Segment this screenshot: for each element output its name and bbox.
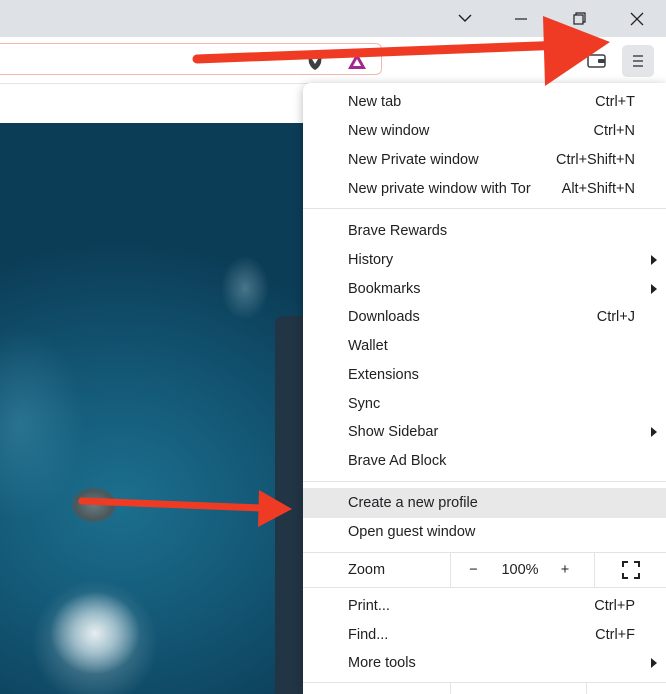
menu-item-shortcut: Ctrl+N [593, 123, 636, 139]
browser-toolbar [0, 37, 666, 83]
menu-item-label: New Private window [348, 152, 479, 168]
menu-item-extensions[interactable]: Extensions [303, 361, 666, 389]
menu-item-new-window[interactable]: New window Ctrl+N [303, 117, 666, 145]
zoom-in-label: + [560, 562, 570, 578]
main-menu-button[interactable] [622, 45, 654, 77]
wallet-button[interactable] [586, 51, 608, 71]
menu-item-bookmarks[interactable]: Bookmarks [303, 275, 666, 303]
menu-item-more-tools[interactable]: More tools [303, 649, 666, 677]
menu-item-wallet[interactable]: Wallet [303, 332, 666, 360]
menu-separator [303, 481, 666, 482]
menu-item-find[interactable]: Find... Ctrl+F [303, 621, 666, 649]
menu-item-shortcut: Ctrl+Shift+N [556, 152, 635, 168]
menu-item-label: Bookmarks [348, 281, 421, 297]
main-dropdown-menu: New tab Ctrl+T New window Ctrl+N New Pri… [303, 83, 666, 694]
menu-item-history[interactable]: History [303, 246, 666, 274]
menu-item-label: New tab [348, 94, 402, 110]
menu-item-shortcut: Ctrl+P [594, 598, 635, 614]
menu-item-downloads[interactable]: Downloads Ctrl+J [303, 303, 666, 331]
submenu-arrow-icon [651, 427, 657, 437]
zoom-row: Zoom − 100% + [303, 553, 666, 587]
menu-item-label: New private window with Tor [348, 181, 531, 197]
menu-item-open-guest-window[interactable]: Open guest window [303, 518, 666, 546]
menu-item-brave-rewards[interactable]: Brave Rewards [303, 217, 666, 245]
menu-item-show-sidebar[interactable]: Show Sidebar [303, 418, 666, 446]
menu-item-shortcut: Ctrl+T [595, 94, 635, 110]
fullscreen-icon [621, 561, 640, 579]
rock-in-ocean [72, 488, 116, 522]
restore-icon [572, 12, 586, 25]
zoom-in-button[interactable]: + [544, 553, 586, 587]
wallet-icon [587, 54, 606, 68]
minimize-icon [515, 17, 527, 20]
menu-separator [303, 682, 666, 683]
restore-button[interactable] [556, 0, 602, 37]
zoom-out-label: − [469, 562, 478, 578]
hamburger-menu-icon [633, 55, 643, 67]
menu-item-label: Brave Rewards [348, 223, 448, 239]
menu-item-create-new-profile[interactable]: Create a new profile [303, 488, 666, 518]
menu-item-label: Find... [348, 627, 389, 643]
menu-item-shortcut: Alt+Shift+N [561, 181, 635, 197]
submenu-arrow-icon [651, 255, 657, 265]
menu-bottom-divider [586, 683, 587, 694]
close-window-button[interactable] [614, 0, 660, 37]
menu-item-label: Create a new profile [348, 495, 478, 511]
minimize-button[interactable] [498, 0, 544, 37]
menu-item-label: Sync [348, 396, 381, 412]
submenu-arrow-icon [651, 658, 657, 668]
chevron-down-icon [458, 14, 472, 22]
brave-shields-icon [308, 52, 322, 70]
menu-item-label: Open guest window [348, 524, 476, 540]
brave-rewards-button[interactable] [346, 50, 368, 72]
close-icon [630, 12, 644, 25]
menu-item-sync[interactable]: Sync [303, 390, 666, 418]
brave-shields-button[interactable] [305, 50, 325, 72]
menu-item-label: Show Sidebar [348, 424, 439, 440]
zoom-label: Zoom [348, 562, 386, 578]
menu-item-label: History [348, 252, 394, 268]
menu-item-shortcut: Ctrl+F [595, 627, 635, 643]
menu-item-brave-ad-block[interactable]: Brave Ad Block [303, 447, 666, 475]
zoom-value-text: 100% [501, 562, 539, 578]
menu-item-new-tab[interactable]: New tab Ctrl+T [303, 88, 666, 116]
zoom-level-value: 100% [496, 553, 544, 587]
menu-item-label: New window [348, 123, 430, 139]
tab-search-button[interactable] [442, 0, 488, 37]
menu-item-label: Print... [348, 598, 390, 614]
menu-item-label: Brave Ad Block [348, 453, 447, 469]
menu-item-label: Extensions [348, 367, 419, 383]
fullscreen-button[interactable] [594, 553, 666, 587]
menu-item-new-private-window-tor[interactable]: New private window with Tor Alt+Shift+N [303, 175, 666, 203]
menu-item-label: More tools [348, 655, 416, 671]
menu-separator [303, 587, 666, 588]
menu-item-label: Wallet [348, 338, 388, 354]
brave-rewards-icon [348, 53, 366, 69]
zoom-out-button[interactable]: − [450, 553, 496, 587]
submenu-arrow-icon [651, 284, 657, 294]
menu-item-shortcut: Ctrl+J [596, 309, 635, 325]
menu-item-print[interactable]: Print... Ctrl+P [303, 592, 666, 620]
window-titlebar [0, 0, 666, 37]
menu-item-label: Downloads [348, 309, 420, 325]
menu-item-new-private-window[interactable]: New Private window Ctrl+Shift+N [303, 146, 666, 174]
menu-bottom-divider [450, 683, 451, 694]
menu-separator [303, 208, 666, 209]
